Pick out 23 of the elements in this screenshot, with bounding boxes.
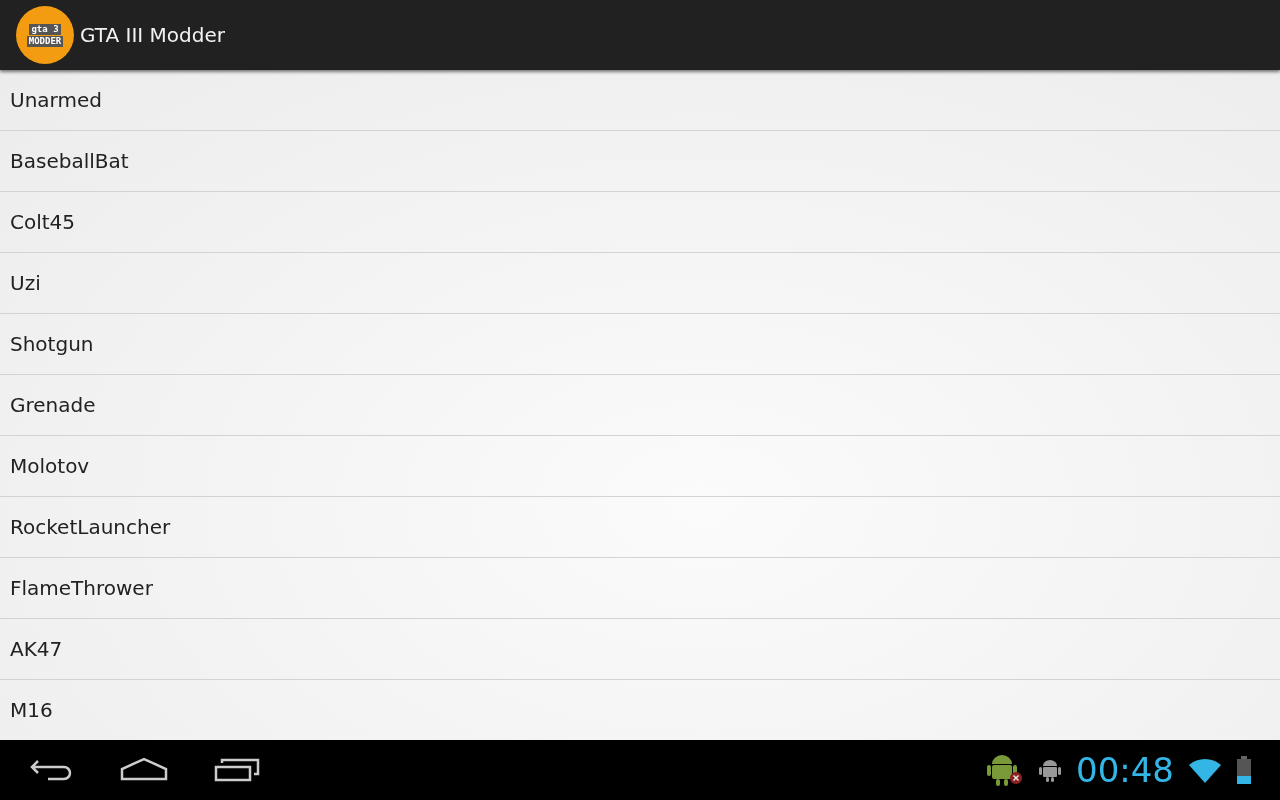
logo-text: MODDER [26,35,64,47]
weapon-list-item[interactable]: Uzi [0,253,1280,314]
weapon-list-item[interactable]: FlameThrower [0,558,1280,619]
weapon-list-item[interactable]: Grenade [0,375,1280,436]
weapon-list-item[interactable]: Molotov [0,436,1280,497]
battery-icon [1236,756,1252,784]
android-robot-icon[interactable] [984,752,1024,788]
weapon-list-item[interactable]: M16 [0,680,1280,740]
android-robot-icon[interactable] [1038,757,1062,783]
logo-text: gta 3 [29,23,61,35]
weapon-list-item[interactable]: AK47 [0,619,1280,680]
weapon-list-item[interactable]: Unarmed [0,70,1280,131]
app-title: GTA III Modder [80,23,225,47]
app-logo[interactable]: gta 3 MODDER [16,6,74,64]
weapon-list-item[interactable]: BaseballBat [0,131,1280,192]
back-icon[interactable] [28,757,74,783]
clock: 00:48 [1076,750,1174,790]
weapon-list-item[interactable]: Colt45 [0,192,1280,253]
weapon-list-item[interactable]: RocketLauncher [0,497,1280,558]
recent-apps-icon[interactable] [214,757,260,783]
weapon-list-item[interactable]: Shotgun [0,314,1280,375]
home-icon[interactable] [120,757,168,783]
wifi-icon [1188,756,1222,784]
